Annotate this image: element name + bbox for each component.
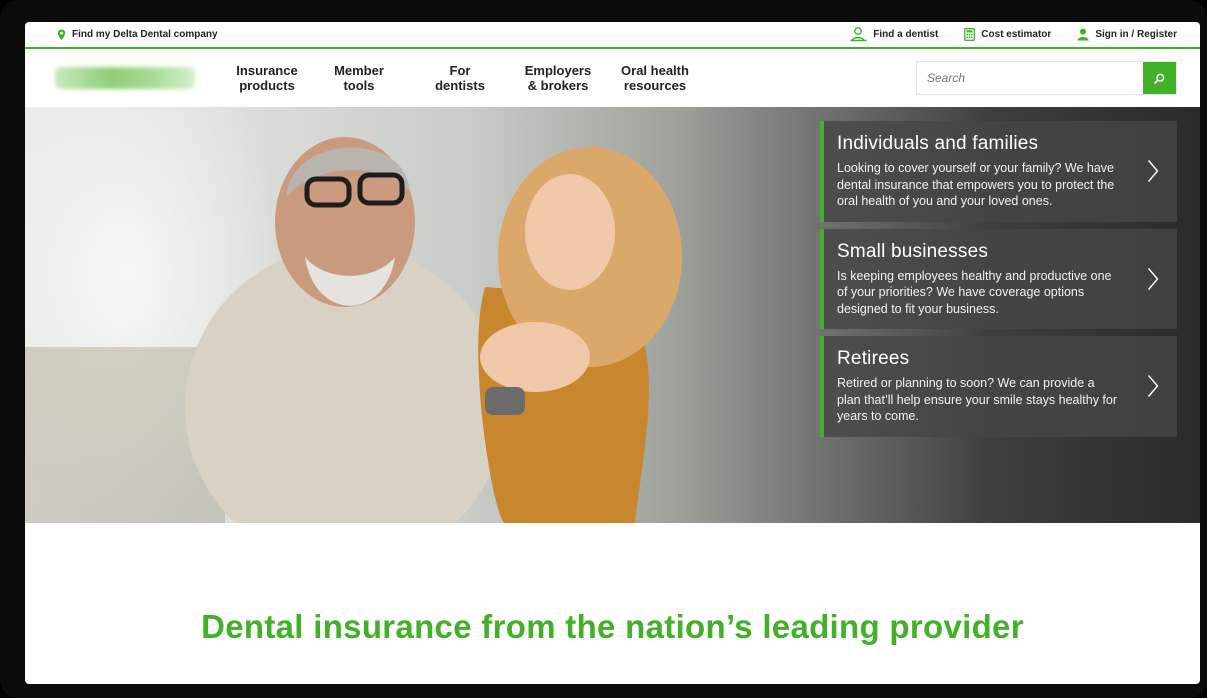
- sign-in-label: Sign in / Register: [1095, 29, 1177, 40]
- dentist-person-icon: [850, 27, 867, 42]
- search-input[interactable]: [917, 62, 1143, 94]
- delta-dental-logo[interactable]: [55, 67, 195, 89]
- find-company-link[interactable]: Find my Delta Dental company: [57, 29, 218, 41]
- nav-label-line2: products: [239, 78, 295, 93]
- nav-label-line2: & brokers: [527, 78, 589, 93]
- location-pin-icon: [57, 29, 66, 40]
- page-tagline: Dental insurance from the nation’s leadi…: [201, 608, 1024, 645]
- nav-for-dentists[interactable]: For dentists: [423, 63, 497, 93]
- search-button[interactable]: [1143, 62, 1176, 94]
- nav-label-line1: Employers: [524, 63, 592, 78]
- find-dentist-label: Find a dentist: [873, 29, 939, 40]
- cost-estimator-label: Cost estimator: [981, 29, 1052, 40]
- primary-menu: Insurance products Member tools For dent…: [225, 63, 697, 93]
- nav-label-line1: Oral health: [621, 63, 689, 78]
- panel-title: Individuals and families: [837, 133, 1039, 154]
- panel-text: Retired or planning to soon? We can prov…: [837, 376, 1118, 423]
- find-dentist-link[interactable]: Find a dentist: [850, 27, 938, 42]
- search-icon: [1154, 73, 1165, 84]
- hero-photo-father-daughter: [185, 137, 682, 523]
- nav-label-line2: dentists: [435, 78, 485, 93]
- audience-panels: Individuals and families Looking to cove…: [820, 121, 1177, 444]
- sign-in-link[interactable]: Sign in / Register: [1077, 28, 1177, 41]
- chevron-right-icon: [1147, 375, 1159, 398]
- main-navigation: Insurance products Member tools For dent…: [25, 51, 1200, 107]
- find-company-label: Find my Delta Dental company: [72, 29, 218, 40]
- nav-employers-brokers[interactable]: Employers & brokers: [517, 63, 599, 93]
- panel-title: Small businesses: [837, 240, 989, 262]
- device-frame: Find my Delta Dental company Find a dent…: [0, 0, 1207, 698]
- chevron-right-icon: [1147, 267, 1159, 290]
- panel-text: Looking to cover yourself or your family…: [837, 161, 1115, 208]
- panel-text: Is keeping employees healthy and product…: [837, 268, 1112, 316]
- panel-title: Retirees: [837, 348, 910, 369]
- chevron-right-icon: [1147, 160, 1159, 183]
- panel-retirees[interactable]: Retirees Retired or planning to soon? We…: [820, 336, 1177, 437]
- cost-estimator-link[interactable]: Cost estimator: [964, 28, 1051, 41]
- search-box: [916, 61, 1177, 95]
- nav-label-line2: tools: [343, 78, 375, 93]
- nav-oral-health-resources[interactable]: Oral health resources: [613, 63, 697, 93]
- hero-banner: Individuals and families Looking to cove…: [25, 107, 1200, 523]
- calculator-icon: [964, 28, 976, 41]
- browser-viewport: Find my Delta Dental company Find a dent…: [25, 22, 1200, 684]
- user-icon: [1077, 28, 1089, 41]
- nav-member-tools[interactable]: Member tools: [323, 63, 395, 93]
- nav-label-line1: Member: [334, 63, 384, 78]
- nav-insurance-products[interactable]: Insurance products: [225, 63, 309, 93]
- utility-bar: Find my Delta Dental company Find a dent…: [25, 22, 1200, 49]
- panel-individuals-families[interactable]: Individuals and families Looking to cove…: [820, 121, 1177, 222]
- nav-label-line2: resources: [623, 78, 687, 93]
- nav-label-line1: Insurance: [236, 63, 298, 78]
- panel-small-businesses[interactable]: Small businesses Is keeping employees he…: [820, 228, 1177, 329]
- nav-label-line1: For: [449, 63, 471, 78]
